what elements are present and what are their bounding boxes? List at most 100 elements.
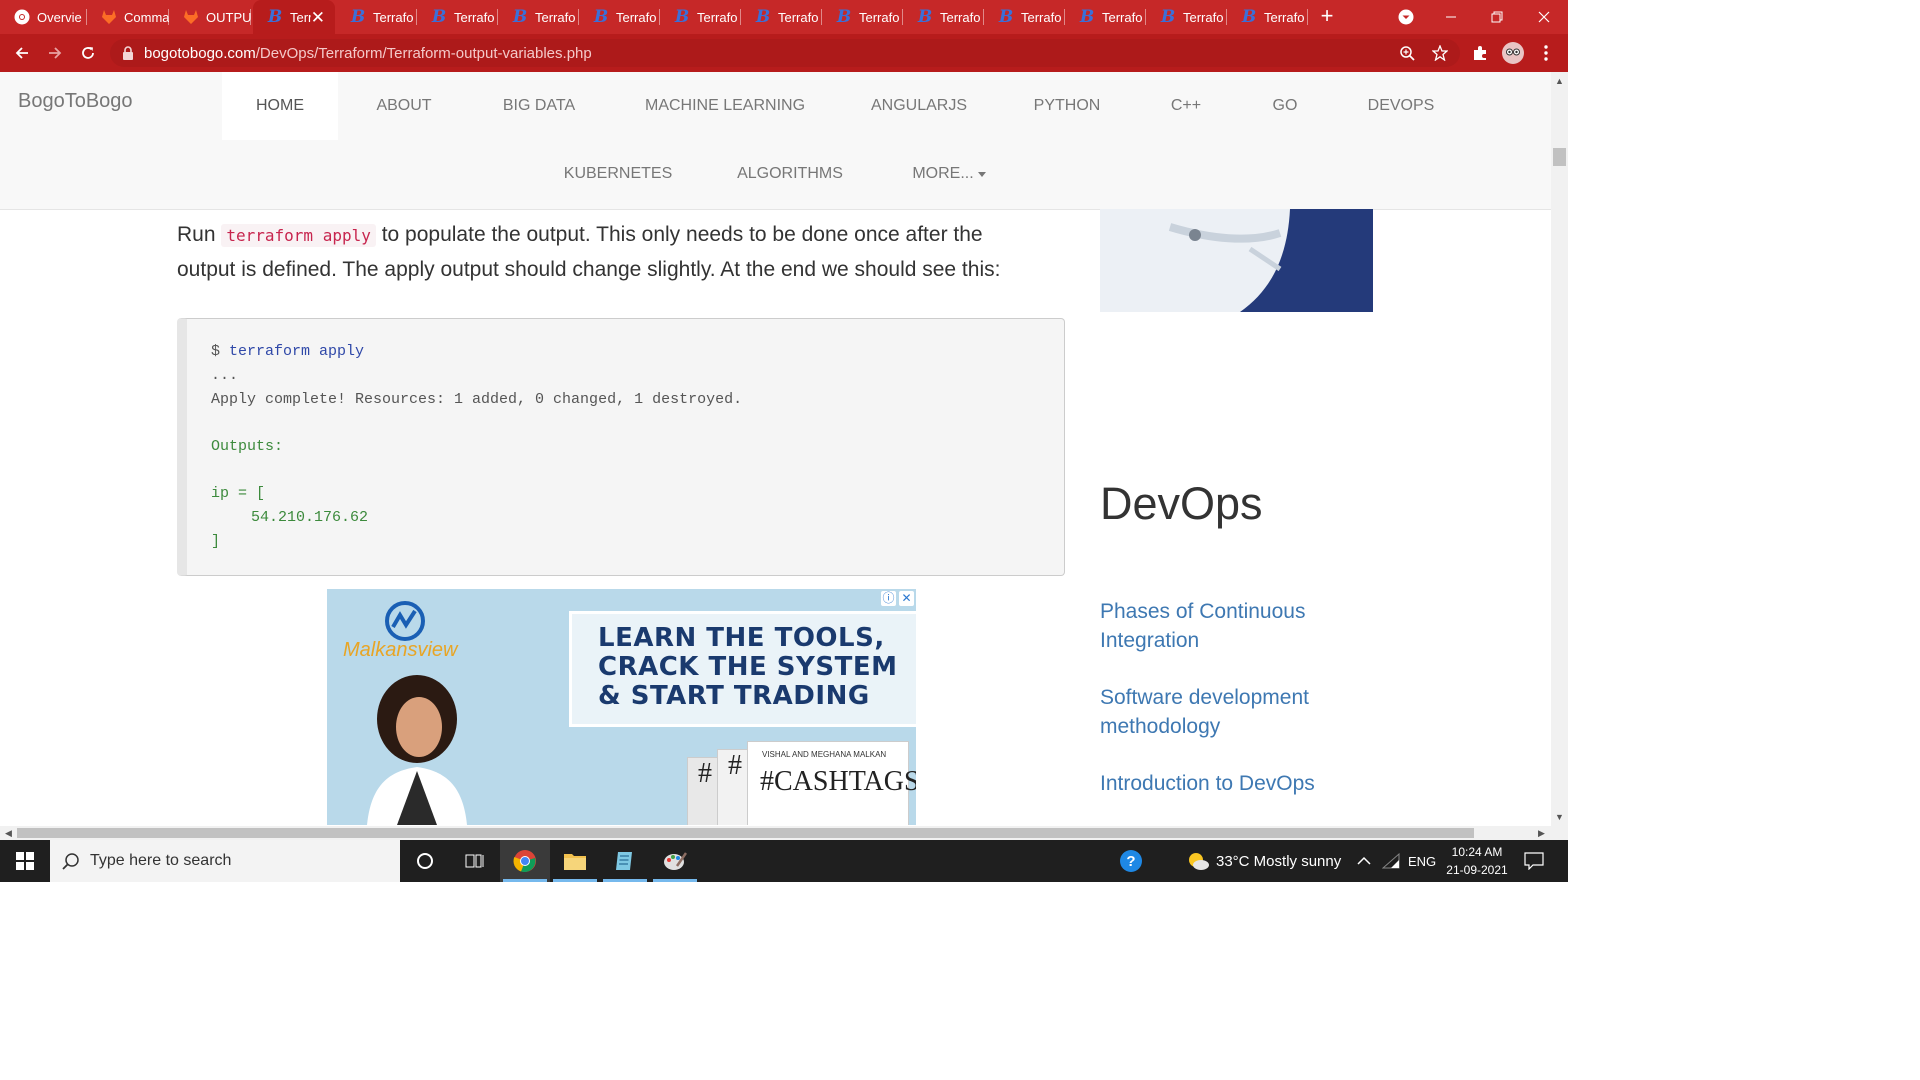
close-icon — [1538, 11, 1550, 23]
scroll-left-arrow-icon[interactable]: ◀ — [5, 828, 12, 839]
close-window-button[interactable] — [1521, 0, 1567, 34]
chevron-up-icon — [1357, 856, 1371, 865]
zoom-button[interactable] — [1394, 40, 1420, 66]
nav-go[interactable]: GO — [1256, 72, 1314, 140]
show-hidden-icons-button[interactable] — [1357, 840, 1371, 882]
tab-terraform[interactable]: B Terrafo — [984, 0, 1065, 34]
language-indicator[interactable]: ENG — [1408, 840, 1436, 882]
lock-icon[interactable] — [122, 46, 134, 60]
taskbar-search[interactable]: Type here to search — [50, 840, 400, 882]
bogotobogo-icon: B — [1160, 7, 1176, 27]
cortana-button[interactable] — [400, 840, 450, 882]
nav-more-dropdown[interactable]: MORE... — [896, 140, 1002, 208]
nav-machine-learning[interactable]: MACHINE LEARNING — [630, 72, 820, 140]
taskbar-notepad[interactable] — [600, 840, 650, 882]
bogotobogo-icon: B — [998, 7, 1014, 27]
back-button[interactable] — [9, 40, 35, 66]
nav-algorithms[interactable]: ALGORITHMS — [722, 140, 858, 208]
back-arrow-icon — [15, 47, 28, 59]
tab-commands[interactable]: Comma — [87, 0, 169, 34]
windows-icon — [16, 852, 34, 870]
tab-terraform[interactable]: B Terrafo — [660, 0, 741, 34]
taskbar-paint[interactable] — [650, 840, 700, 882]
restore-button[interactable] — [1474, 0, 1520, 34]
tab-terraform[interactable]: B Terrafo — [579, 0, 660, 34]
start-button[interactable] — [0, 840, 50, 882]
tab-terraform[interactable]: B Terrafo — [903, 0, 984, 34]
tab-terraform[interactable]: B Terrafo — [1146, 0, 1227, 34]
nav-devops[interactable]: DEVOPS — [1352, 72, 1450, 140]
notification-icon — [1524, 852, 1544, 870]
nav-angularjs[interactable]: ANGULARJS — [858, 72, 980, 140]
task-view-button[interactable] — [450, 840, 500, 882]
tab-search-button[interactable] — [1383, 0, 1429, 34]
tab-terraform[interactable]: B Terrafo — [498, 0, 579, 34]
new-tab-button[interactable]: + — [1316, 5, 1338, 27]
tab-terraform[interactable]: B Terrafo — [1227, 0, 1308, 34]
scroll-down-arrow-icon[interactable]: ▼ — [1555, 812, 1564, 822]
tab-terraform[interactable]: B Terrafo — [336, 0, 417, 34]
scroll-right-arrow-icon[interactable]: ▶ — [1538, 828, 1545, 839]
url-path: /DevOps/Terraform/Terraform-output-varia… — [255, 44, 592, 62]
profile-avatar[interactable] — [1500, 40, 1526, 66]
clock-date: 21-09-2021 — [1446, 863, 1508, 877]
ad-brand-text: Malkansview — [343, 639, 458, 661]
sidebar-link-software-development[interactable]: Software development methodology — [1100, 683, 1360, 741]
tab-terraform[interactable]: B Terrafo — [1065, 0, 1146, 34]
tab-terraform[interactable]: B Terrafo — [741, 0, 822, 34]
tab-terraform-active[interactable]: B Terr ✕ — [253, 0, 335, 34]
help-icon[interactable]: ? — [1119, 840, 1143, 882]
clock[interactable]: 10:24 AM 21-09-2021 — [1442, 840, 1512, 882]
tab-overview[interactable]: Overvie — [0, 0, 87, 34]
browser-toolbar: bogotobogo.com/DevOps/Terraform/Terrafor… — [0, 34, 1568, 72]
scroll-up-arrow-icon[interactable]: ▲ — [1555, 76, 1564, 86]
chevron-down-icon — [1398, 9, 1414, 25]
nav-home[interactable]: HOME — [222, 72, 338, 140]
site-navbar: BogoToBogo HOME ABOUT BIG DATA MACHINE L… — [0, 72, 1551, 210]
vertical-scrollbar[interactable] — [1551, 72, 1568, 826]
sidebar-link-continuous-integration[interactable]: Phases of Continuous Integration — [1100, 597, 1360, 655]
ad-book-front: VISHAL AND MEGHANA MALKAN #CASHTAGS — [747, 741, 916, 825]
caret-down-icon — [977, 171, 986, 177]
forward-button[interactable] — [42, 40, 68, 66]
ad-controls: ⓘ ✕ — [881, 591, 914, 606]
nav-kubernetes[interactable]: KUBERNETES — [550, 140, 686, 208]
taskbar-chrome[interactable] — [500, 840, 550, 882]
nav-big-data[interactable]: BIG DATA — [486, 72, 592, 140]
close-tab-icon[interactable]: ✕ — [311, 9, 325, 26]
bookmark-button[interactable] — [1427, 40, 1453, 66]
nav-about[interactable]: ABOUT — [360, 72, 448, 140]
notifications-button[interactable] — [1524, 840, 1544, 882]
taskbar-file-explorer[interactable] — [550, 840, 600, 882]
nav-python[interactable]: PYTHON — [1018, 72, 1116, 140]
bogotobogo-icon: B — [1241, 7, 1257, 27]
site-brand[interactable]: BogoToBogo — [18, 90, 133, 113]
address-bar[interactable]: bogotobogo.com/DevOps/Terraform/Terrafor… — [110, 39, 1460, 67]
sidebar-link-intro-devops[interactable]: Introduction to DevOps — [1100, 769, 1360, 798]
sidebar-heading: DevOps — [1100, 478, 1263, 529]
code-line-ip-open: ip = [ — [211, 485, 266, 502]
reload-button[interactable] — [75, 40, 101, 66]
horizontal-scroll-thumb[interactable] — [17, 828, 1474, 838]
extensions-button[interactable] — [1467, 40, 1493, 66]
tab-output[interactable]: OUTPU — [169, 0, 251, 34]
ad-close-icon[interactable]: ✕ — [899, 591, 914, 606]
puzzle-icon — [1474, 46, 1486, 60]
weather-widget[interactable]: 33°C Mostly sunny — [1186, 840, 1341, 882]
advertisement[interactable]: Malkansview LEARN THE TOOLS, CRACK THE S… — [327, 589, 916, 825]
network-icon[interactable] — [1382, 840, 1400, 882]
nav-cpp[interactable]: C++ — [1154, 72, 1218, 140]
tab-terraform[interactable]: B Terrafo — [822, 0, 903, 34]
weather-sun-icon — [1189, 853, 1209, 870]
minimize-button[interactable] — [1428, 0, 1474, 34]
search-placeholder: Type here to search — [90, 852, 232, 869]
tab-terraform[interactable]: B Terrafo — [417, 0, 498, 34]
nav-more-label: MORE... — [912, 165, 974, 182]
url-host: bogotobogo.com — [144, 44, 256, 62]
bogotobogo-icon: B — [593, 7, 609, 27]
tab-strip: Overvie Comma OUTPU B Terr ✕ B Terrafo B Te… — [0, 0, 1568, 34]
vertical-scroll-thumb[interactable] — [1553, 148, 1566, 166]
avatar-icon — [1502, 42, 1524, 64]
ad-info-icon[interactable]: ⓘ — [881, 591, 896, 606]
menu-button[interactable] — [1533, 40, 1559, 66]
